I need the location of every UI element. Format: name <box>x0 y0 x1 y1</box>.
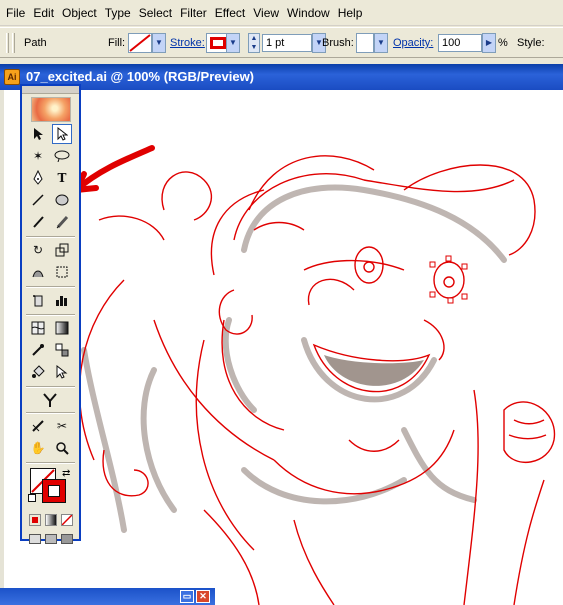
opacity-label[interactable]: Opacity: <box>393 28 433 59</box>
selection-type-label: Path <box>24 37 47 49</box>
fill-label: Fill: <box>108 37 126 49</box>
graph-tool-icon[interactable] <box>52 290 72 310</box>
swap-fill-stroke-icon[interactable]: ⇄ <box>62 468 70 479</box>
brush-label: Brush: <box>322 37 354 49</box>
menu-window[interactable]: Window <box>283 0 334 26</box>
gradient-mode-button[interactable] <box>45 514 57 526</box>
stroke-dropdown[interactable]: ▼ <box>226 33 240 53</box>
artboard-canvas[interactable] <box>0 90 563 605</box>
brush-dropdown[interactable]: ▼ <box>374 33 388 53</box>
sketch-artwork <box>28 145 556 605</box>
mesh-tool-icon[interactable] <box>28 318 48 338</box>
illustrator-flower-logo[interactable] <box>31 97 71 122</box>
default-colors-icon[interactable] <box>28 494 36 502</box>
selection-arrow-icon[interactable] <box>28 124 48 144</box>
menu-effect[interactable]: Effect <box>211 0 249 26</box>
hand-tool-icon[interactable]: ✋ <box>28 438 48 458</box>
restore-button[interactable]: ▭ <box>180 590 194 603</box>
stroke-color-icon <box>210 37 226 49</box>
stroke-weight-field[interactable]: 1 pt <box>262 34 312 52</box>
menu-help[interactable]: Help <box>334 0 367 26</box>
illustrator-doc-icon: Ai <box>4 69 20 85</box>
tools-palette-header[interactable] <box>22 86 79 94</box>
document-titlebar[interactable]: Ai 07_excited.ai @ 100% (RGB/Preview) <box>0 64 563 90</box>
live-paint-bucket-icon[interactable] <box>28 362 48 382</box>
document-window: Ai 07_excited.ai @ 100% (RGB/Preview) <box>0 64 563 605</box>
percent-sign: % <box>498 37 508 49</box>
scissors-icon[interactable]: ✂ <box>52 416 72 436</box>
palette-grip[interactable] <box>6 33 9 53</box>
paintbrush-icon[interactable] <box>28 212 48 232</box>
style-label: Style: <box>517 37 545 49</box>
menu-type[interactable]: Type <box>101 0 135 26</box>
close-button[interactable]: ✕ <box>196 590 210 603</box>
screen-mode-standard[interactable] <box>29 534 41 544</box>
control-palette: Path Fill: ▼ Stroke: ▼ ▲ ▼ 1 pt ▼ Brush: … <box>0 27 563 58</box>
free-transform-icon[interactable] <box>52 262 72 282</box>
none-fill-icon <box>129 34 151 52</box>
menu-bar: File Edit Object Type Select Filter Effe… <box>0 0 563 26</box>
blend-tool-icon[interactable] <box>52 340 72 360</box>
tools-palette: ✶ T ↻ ✂ ✋ ⇄ <box>20 84 81 544</box>
menu-select[interactable]: Select <box>135 0 176 26</box>
menu-filter[interactable]: Filter <box>176 0 211 26</box>
opacity-field[interactable]: 100 <box>438 34 482 52</box>
document-title: 07_excited.ai @ 100% (RGB/Preview) <box>26 69 255 84</box>
eraser-icon[interactable] <box>28 416 48 436</box>
color-mode-button[interactable] <box>29 514 41 526</box>
magic-wand-icon[interactable]: ✶ <box>28 146 48 166</box>
menu-edit[interactable]: Edit <box>29 0 58 26</box>
pencil-icon[interactable] <box>52 212 72 232</box>
lasso-icon[interactable] <box>52 146 72 166</box>
scale-tool-icon[interactable] <box>52 240 72 260</box>
pen-tool-icon[interactable] <box>28 168 48 188</box>
fill-swatch[interactable] <box>128 33 152 53</box>
direct-selection-icon[interactable] <box>52 124 72 144</box>
none-mode-button[interactable] <box>61 514 73 526</box>
stroke-label[interactable]: Stroke: <box>170 28 205 59</box>
rotate-tool-icon[interactable]: ↻ <box>28 240 48 260</box>
stroke-weight-spinner[interactable]: ▲ ▼ <box>248 33 260 53</box>
screen-mode-full[interactable] <box>61 534 73 544</box>
screen-mode-full-menu[interactable] <box>45 534 57 544</box>
warp-tool-icon[interactable] <box>28 262 48 282</box>
live-paint-selection-icon[interactable] <box>52 362 72 382</box>
brush-swatch[interactable] <box>356 33 374 53</box>
menu-view[interactable]: View <box>249 0 283 26</box>
eyedropper-icon[interactable] <box>28 340 48 360</box>
gradient-tool-icon[interactable] <box>52 318 72 338</box>
slice-tool-icon[interactable] <box>40 390 60 410</box>
zoom-tool-icon[interactable] <box>52 438 72 458</box>
menu-object[interactable]: Object <box>58 0 101 26</box>
symbol-sprayer-icon[interactable] <box>28 290 48 310</box>
minimized-window[interactable]: ▭ ✕ <box>0 588 215 605</box>
rectangle-tool-icon[interactable] <box>52 190 72 210</box>
stroke-color-box[interactable] <box>42 479 66 503</box>
fill-dropdown[interactable]: ▼ <box>152 33 166 53</box>
line-segment-icon[interactable] <box>28 190 48 210</box>
opacity-dropdown[interactable]: ▶ <box>482 33 496 53</box>
type-tool-icon[interactable]: T <box>52 168 72 188</box>
menu-file[interactable]: File <box>2 0 29 26</box>
palette-grip-2[interactable] <box>12 33 15 53</box>
